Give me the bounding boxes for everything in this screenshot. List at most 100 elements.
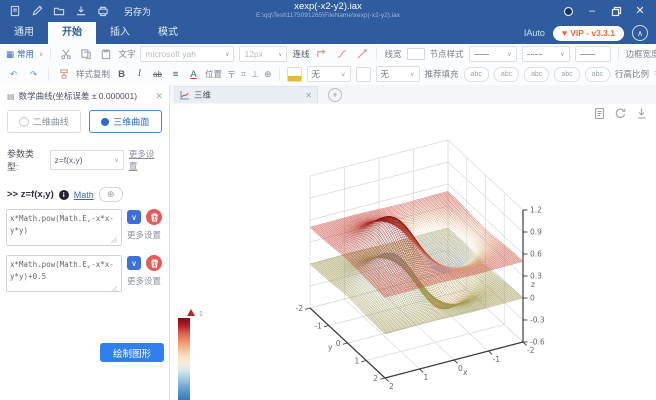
formula-1-actions: ∨ 更多设置 [127, 209, 162, 246]
fill-preset-5[interactable]: abc [585, 67, 610, 82]
plot-area: 1 [170, 104, 656, 400]
fill-color-chip[interactable] [356, 67, 371, 82]
cut-icon[interactable] [58, 47, 73, 62]
formula-1-dropdown-button[interactable]: ∨ [127, 210, 141, 224]
print-icon[interactable] [96, 5, 109, 18]
download-icon[interactable] [635, 107, 648, 120]
paste-icon[interactable] [98, 47, 113, 62]
align-bottom-icon[interactable]: ⊥ [251, 69, 259, 80]
more-settings-link[interactable]: 更多设置 [129, 148, 162, 172]
math-doc-link[interactable]: Math [74, 190, 94, 200]
info-icon[interactable]: i [59, 190, 69, 200]
formula-1-delete-button[interactable] [146, 209, 162, 225]
fill-preset-2[interactable]: abc [494, 67, 519, 82]
minimize-button[interactable]: – [586, 5, 598, 17]
tab-general[interactable]: 通用 [0, 22, 48, 44]
line-style-select-dash[interactable]: ∨ [522, 46, 570, 62]
surface-plot-canvas[interactable] [170, 104, 656, 400]
format-painter-icon[interactable] [56, 67, 71, 82]
param-type-row: 参数类型: z=f(x,y)∨ 更多设置 [0, 138, 169, 177]
refresh-icon[interactable] [614, 107, 627, 120]
add-canvas-tab-button[interactable]: + [328, 88, 342, 102]
canvas-tab-close-icon[interactable]: ✕ [305, 91, 312, 100]
canvas-tab-3d[interactable]: 三维 ✕ [174, 86, 318, 103]
export-image-icon[interactable] [593, 107, 606, 120]
connector-group-label: 连线 [292, 48, 309, 60]
colorbar-marker-label: 1 [199, 311, 203, 318]
italic-button[interactable]: I [133, 69, 146, 79]
line-color-chip[interactable] [287, 67, 302, 82]
strikethrough-button[interactable]: ab [151, 70, 164, 79]
line-color-select[interactable]: 无∨ [307, 66, 351, 82]
separator [50, 47, 51, 61]
style-grid-icon: ▦ [6, 49, 14, 60]
chevron-down-icon: ∨ [341, 71, 345, 78]
font-family-select[interactable]: microsoft yah∨ [140, 46, 234, 62]
chevron-down-icon: ∨ [278, 51, 282, 58]
undo-icon[interactable]: ↶ [6, 67, 21, 82]
resize-handle[interactable] [110, 285, 117, 292]
import-icon[interactable] [74, 5, 87, 18]
chevron-down-icon: ∨ [560, 51, 564, 58]
line-style-select-solid[interactable]: ∨ [469, 46, 517, 62]
colorbar-gradient[interactable] [178, 318, 190, 400]
align-icon[interactable]: ≡ [169, 69, 182, 80]
add-formula-icon[interactable]: ⊕ [99, 187, 123, 202]
elbow-connector-icon[interactable] [314, 47, 329, 62]
align-center-icon[interactable]: ⊕ [264, 69, 272, 80]
formula-2-actions: ∨ 更多设置 [127, 255, 162, 292]
vip-version: VIP - v3.3.1 [570, 28, 615, 38]
open-folder-icon[interactable] [52, 5, 65, 18]
line-width-input[interactable] [407, 48, 425, 60]
formula-1-more-link[interactable]: 更多设置 [127, 229, 162, 241]
tab-insert[interactable]: 插入 [96, 22, 144, 44]
fill-color-value: 无 [381, 68, 390, 80]
restore-button[interactable] [610, 5, 622, 17]
line-style-select-plain[interactable] [575, 46, 611, 62]
common-style-dropdown[interactable]: ▦常用∨ [6, 48, 43, 60]
resize-handle[interactable] [110, 236, 117, 243]
formula-2-delete-button[interactable] [146, 255, 162, 271]
mode-3d-button[interactable]: 三维曲面 [89, 110, 163, 133]
tab-home[interactable]: 开始 [48, 22, 96, 44]
theme-icon[interactable] [562, 5, 574, 17]
copy-icon[interactable] [78, 47, 93, 62]
panel-close-icon[interactable]: ✕ [155, 91, 163, 102]
chevron-down-icon: ∨ [225, 51, 229, 58]
collapse-ribbon-button[interactable]: ∧ [632, 25, 648, 41]
save-as-button[interactable]: 另存为 [124, 5, 151, 18]
align-top-icon[interactable]: 〒 [227, 68, 236, 81]
vip-badge[interactable]: ♥VIP - v3.3.1 [553, 26, 624, 41]
fill-color-select[interactable]: 无∨ [376, 66, 420, 82]
param-type-select[interactable]: z=f(x,y)∨ [50, 150, 124, 170]
solid-line-icon [580, 54, 595, 55]
curve-connector-icon[interactable] [334, 47, 349, 62]
draw-plot-button[interactable]: 绘制图形 [100, 343, 164, 362]
ribbon: ▦常用∨ 文字 microsoft yah∨ 12px∨ 连线 线宽 节点样式 … [0, 44, 656, 86]
mode-2d-button[interactable]: 二维曲线 [7, 110, 81, 133]
tab-mode[interactable]: 模式 [144, 22, 192, 44]
formula-input-2[interactable]: x*Math.pow(Math.E,-x*x-y*y)+0.5 [6, 255, 122, 292]
edit-icon[interactable] [30, 5, 43, 18]
colorbar-marker-icon[interactable] [187, 309, 195, 316]
font-size-select[interactable]: 12px∨ [239, 46, 287, 62]
formula-input-1[interactable]: x*Math.pow(Math.E,-x*x-y*y) [6, 209, 122, 246]
close-button[interactable]: ✕ [634, 5, 646, 17]
bold-button[interactable]: B [115, 69, 128, 80]
formula-header: >> z=f(x,y) [7, 189, 54, 200]
redo-icon[interactable]: ↷ [26, 67, 41, 82]
formula-2-more-link[interactable]: 更多设置 [127, 275, 162, 287]
font-color-button[interactable]: A [187, 69, 200, 80]
formula-2-dropdown-button[interactable]: ∨ [127, 256, 141, 270]
radio-unselected-icon [19, 117, 29, 127]
fill-preset-1[interactable]: abc [464, 67, 489, 82]
align-grid-icon[interactable]: ⌗ [241, 69, 246, 80]
math-curve-panel: ▤ 数学曲线(坐标误差 ± 0.000001) ✕ 二维曲线 三维曲面 参数类型… [0, 85, 170, 400]
fill-preset-3[interactable]: abc [524, 67, 549, 82]
canvas-tab-bar: 三维 ✕ + [170, 85, 656, 105]
fill-preset-4[interactable]: abc [554, 67, 579, 82]
new-file-icon[interactable] [8, 5, 21, 18]
line-connector-icon[interactable] [354, 47, 369, 62]
radio-selected-icon [101, 118, 109, 126]
border-width-label: 边框宽度 [626, 48, 656, 60]
